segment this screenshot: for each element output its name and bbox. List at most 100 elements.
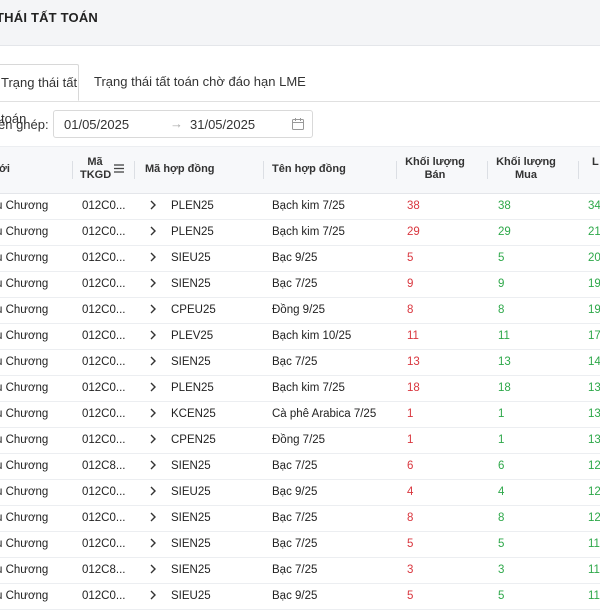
cell-name: u Chương [0, 330, 49, 342]
calendar-icon[interactable] [292, 118, 304, 130]
cell-name: u Chương [0, 512, 49, 524]
col-header-kl-mua: Khối lượng Mua [493, 156, 559, 182]
chevron-right-icon[interactable] [148, 510, 158, 524]
tab-trang-thai-tat-toan[interactable]: Trạng thái tất toán [0, 64, 79, 126]
cell-l: 13 [588, 408, 600, 420]
cell-ten-hop-dong: Bạc 7/25 [272, 512, 318, 524]
chevron-right-icon[interactable] [148, 380, 158, 394]
cell-ten-hop-dong: Bạc 9/25 [272, 252, 318, 264]
cell-kl-ban: 5 [407, 590, 414, 602]
menu-icon[interactable] [114, 164, 124, 173]
cell-name: u Chương [0, 200, 49, 212]
arrow-right-icon: → [170, 116, 183, 131]
cell-name: u Chương [0, 304, 49, 316]
col-header-l: L [592, 156, 599, 168]
cell-kl-mua: 18 [498, 382, 511, 394]
cell-l: 34 [588, 200, 600, 212]
col-header-kl-ban-line2: Bán [424, 169, 446, 181]
cell-tkgd: 012C8... [82, 460, 126, 472]
chevron-right-icon[interactable] [148, 354, 158, 368]
column-divider [263, 161, 264, 179]
cell-kl-ban: 29 [407, 226, 420, 238]
table-row[interactable]: u Chương 012C0... KCEN25 Cà phê Arabica 7/2… [0, 401, 600, 428]
table-header: iới Mã TKGD Mã hợp đồng Tên hợp đồng Khố… [0, 146, 600, 194]
cell-kl-mua: 6 [498, 460, 505, 472]
chevron-right-icon[interactable] [148, 224, 158, 238]
cell-kl-mua: 9 [498, 278, 505, 290]
table-row[interactable]: u Chương 012C0... PLEN25 Bạch kim 7/25 29 29 2… [0, 219, 600, 246]
cell-l: 19 [588, 278, 600, 290]
cell-ten-hop-dong: Bạc 7/25 [272, 278, 318, 290]
cell-kl-mua: 8 [498, 512, 505, 524]
cell-l: 14 [588, 356, 600, 368]
column-divider [578, 161, 579, 179]
table-row[interactable]: u Chương 012C0... PLEV25 Bạch kim 10/25 11 11… [0, 323, 600, 350]
table-row[interactable]: u Chương 012C0... SIEN25 Bạc 7/25 13 13 14 [0, 349, 600, 376]
cell-tkgd: 012C0... [82, 538, 126, 550]
cell-l: 19 [588, 304, 600, 316]
cell-tkgd: 012C0... [82, 304, 126, 316]
cell-kl-ban: 4 [407, 486, 414, 498]
table-row[interactable]: u Chương 012C8... SIEN25 Bạc 7/25 3 3 11 [0, 557, 600, 584]
table-row[interactable]: u Chương 012C0... CPEU25 Đồng 9/25 8 8 19 [0, 297, 600, 324]
date-from-input[interactable]: 01/05/2025 [64, 117, 129, 132]
chevron-right-icon[interactable] [148, 302, 158, 316]
date-range-picker[interactable]: 01/05/2025 → 31/05/2025 [53, 110, 313, 138]
cell-ma-hop-dong: CPEU25 [171, 304, 216, 316]
cell-tkgd: 012C0... [82, 252, 126, 264]
cell-ma-hop-dong: CPEN25 [171, 434, 216, 446]
date-to-input[interactable]: 31/05/2025 [190, 117, 255, 132]
cell-kl-ban: 6 [407, 460, 414, 472]
top-bar: THÁI TẤT TOÁN [0, 0, 600, 46]
chevron-right-icon[interactable] [148, 536, 158, 550]
cell-l: 12 [588, 512, 600, 524]
cell-l: 11 [588, 564, 600, 576]
chevron-right-icon[interactable] [148, 198, 158, 212]
table-row[interactable]: u Chương 012C0... SIEU25 Bạc 9/25 5 5 11 [0, 583, 600, 610]
tab-cho-dao-han-lme[interactable]: Trạng thái tất toán chờ đáo hạn LME [94, 64, 306, 100]
column-divider [396, 161, 397, 179]
cell-tkgd: 012C0... [82, 200, 126, 212]
date-filter-label: ên ghép: [0, 117, 49, 132]
cell-kl-ban: 9 [407, 278, 414, 290]
page-title: THÁI TẤT TOÁN [0, 10, 99, 25]
column-divider [134, 161, 135, 179]
cell-ten-hop-dong: Bạch kim 10/25 [272, 330, 352, 342]
chevron-right-icon[interactable] [148, 250, 158, 264]
cell-l: 21 [588, 226, 600, 238]
col-header-kl-mua-line2: Mua [515, 169, 537, 181]
cell-tkgd: 012C8... [82, 564, 126, 576]
chevron-right-icon[interactable] [148, 562, 158, 576]
cell-name: u Chương [0, 538, 49, 550]
table-row[interactable]: u Chương 012C8... SIEN25 Bạc 7/25 6 6 12 [0, 453, 600, 480]
cell-kl-mua: 5 [498, 538, 505, 550]
cell-kl-mua: 4 [498, 486, 505, 498]
column-divider [487, 161, 488, 179]
cell-ma-hop-dong: SIEN25 [171, 538, 211, 550]
table-row[interactable]: u Chương 012C0... CPEN25 Đồng 7/25 1 1 13 [0, 427, 600, 454]
column-divider [72, 161, 73, 179]
cell-kl-ban: 13 [407, 356, 420, 368]
table-row[interactable]: u Chương 012C0... SIEU25 Bạc 9/25 4 4 12 [0, 479, 600, 506]
chevron-right-icon[interactable] [148, 484, 158, 498]
table-row[interactable]: u Chương 012C0... PLEN25 Bạch kim 7/25 18 18 1… [0, 375, 600, 402]
chevron-right-icon[interactable] [148, 328, 158, 342]
cell-tkgd: 012C0... [82, 382, 126, 394]
table-row[interactable]: u Chương 012C0... PLEN25 Bạch kim 7/25 38 38 3… [0, 193, 600, 220]
table-row[interactable]: u Chương 012C0... SIEU25 Bạc 9/25 5 5 20 [0, 245, 600, 272]
table-row[interactable]: u Chương 012C0... SIEN25 Bạc 7/25 5 5 11 [0, 531, 600, 558]
chevron-right-icon[interactable] [148, 276, 158, 290]
cell-kl-mua: 38 [498, 200, 511, 212]
chevron-right-icon[interactable] [148, 432, 158, 446]
table-row[interactable]: u Chương 012C0... SIEN25 Bạc 7/25 8 8 12 [0, 505, 600, 532]
chevron-right-icon[interactable] [148, 458, 158, 472]
cell-ma-hop-dong: SIEN25 [171, 564, 211, 576]
table-row[interactable]: u Chương 012C0... SIEN25 Bạc 7/25 9 9 19 [0, 271, 600, 298]
tab-bar: Trạng thái tất toán Trạng thái tất toán … [0, 64, 600, 126]
chevron-right-icon[interactable] [148, 406, 158, 420]
col-header-tkgd[interactable]: Mã TKGD [80, 156, 111, 182]
cell-name: u Chương [0, 356, 49, 368]
col-header-kl-ban-line1: Khối lượng [405, 156, 465, 168]
cell-ma-hop-dong: SIEU25 [171, 590, 211, 602]
cell-ma-hop-dong: SIEN25 [171, 460, 211, 472]
